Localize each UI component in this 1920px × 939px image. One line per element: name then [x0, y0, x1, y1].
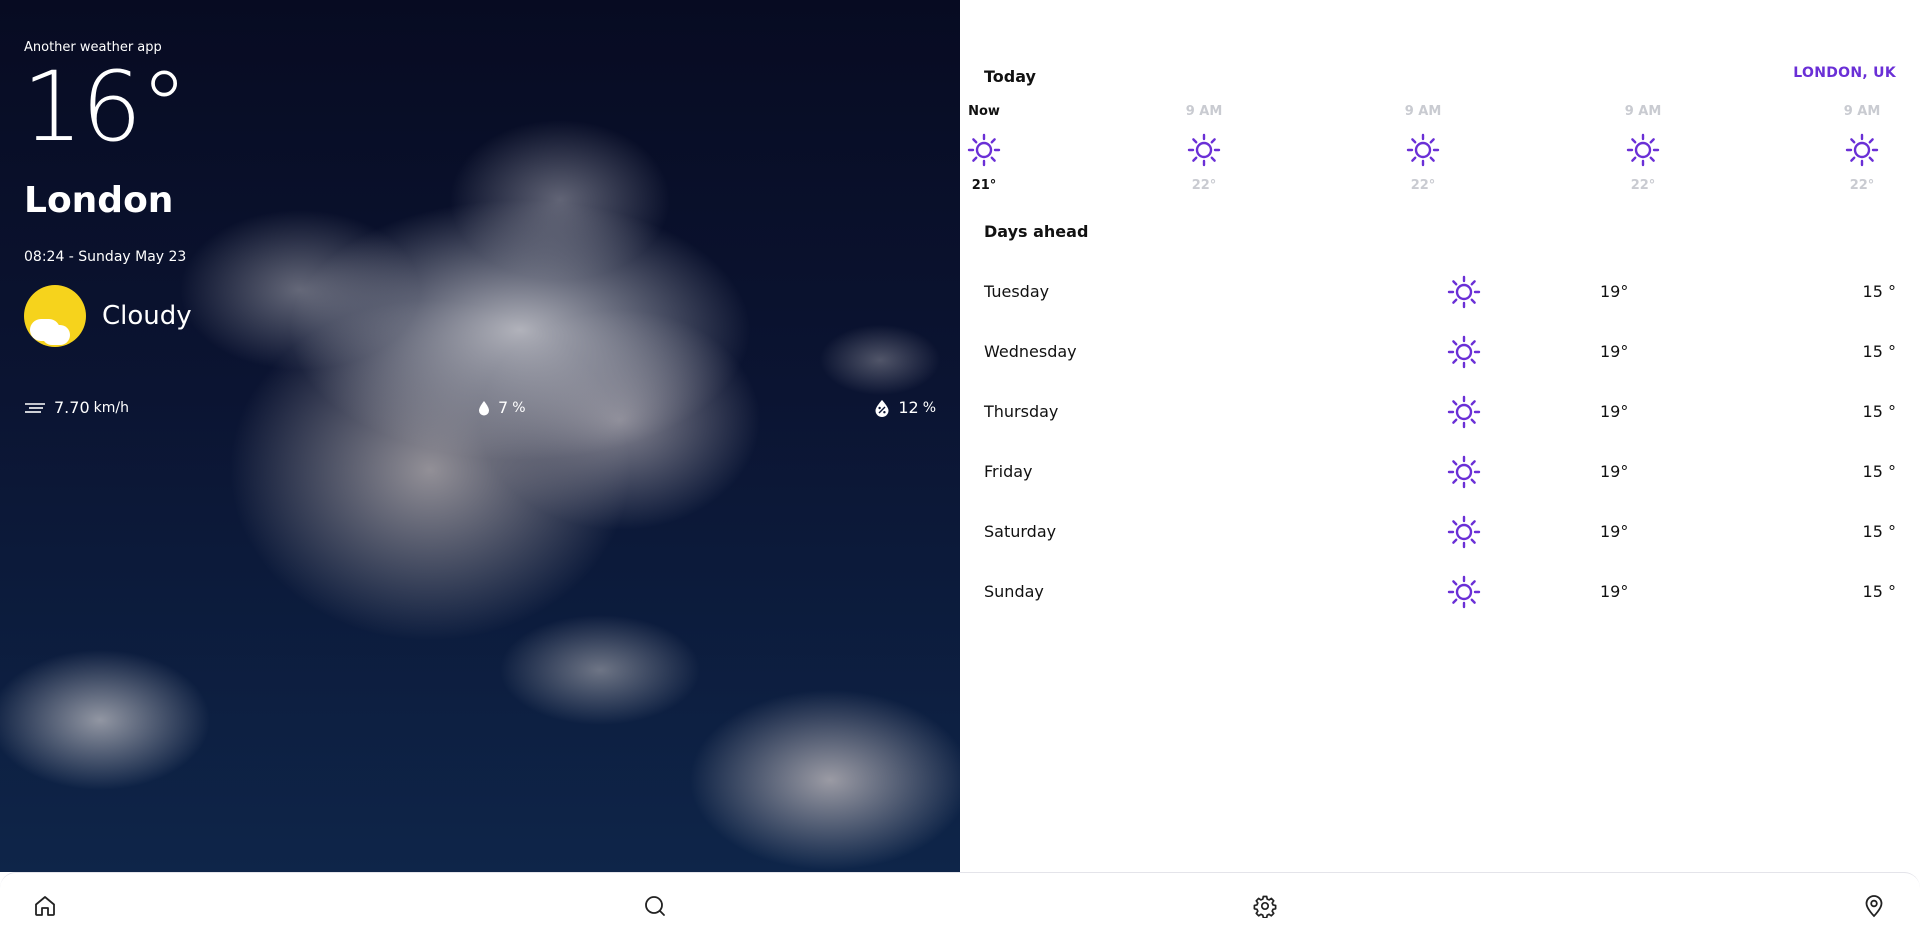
- today-heading: Today: [984, 67, 1036, 86]
- droplet-icon: [479, 400, 489, 415]
- hour-label: 9 AM: [1624, 104, 1662, 119]
- humidity-stat: 7 %: [478, 398, 526, 417]
- hour-label: 9 AM: [1843, 104, 1881, 119]
- search-nav-button[interactable]: [639, 890, 671, 922]
- settings-nav-button[interactable]: [1249, 890, 1281, 922]
- gear-icon: [1253, 895, 1277, 918]
- hour-temperature: 22°: [1849, 178, 1875, 193]
- day-forecast-row: Friday 19° 15 °: [984, 454, 1896, 494]
- rain-chance-icon: [875, 399, 889, 417]
- day-low-temperature: 15 °: [1862, 342, 1896, 361]
- wind-unit: km/h: [93, 399, 129, 416]
- location-pin-icon: [1865, 895, 1883, 918]
- location-label[interactable]: LONDON, UK: [1793, 65, 1896, 81]
- home-nav-button[interactable]: [29, 890, 61, 922]
- hour-label: 9 AM: [1404, 104, 1442, 119]
- current-weather-panel: Another weather app 16° London 08:24 - S…: [0, 0, 960, 872]
- day-high-temperature: 19°: [1600, 402, 1629, 421]
- bottom-navigation: [0, 872, 1920, 939]
- current-condition: Cloudy: [24, 285, 192, 347]
- precipitation-stat: 12 %: [874, 398, 936, 417]
- day-name: Wednesday: [984, 342, 1077, 361]
- day-name: Friday: [984, 462, 1033, 481]
- day-forecast-row: Tuesday 19° 15 °: [984, 274, 1896, 314]
- wind-stat: 7.70 km/h: [24, 398, 129, 417]
- hour-temperature: 22°: [1630, 178, 1656, 193]
- current-datetime: 08:24 - Sunday May 23: [24, 249, 187, 265]
- city-name: London: [24, 180, 174, 221]
- day-forecast-row: Saturday 19° 15 °: [984, 514, 1896, 554]
- sun-cloud-icon: [24, 285, 86, 347]
- hour-forecast-item: 9 AM 22°: [1832, 104, 1892, 193]
- day-low-temperature: 15 °: [1862, 522, 1896, 541]
- humidity-unit: %: [512, 399, 526, 416]
- hour-temperature: 22°: [1191, 178, 1217, 193]
- sun-icon: [1447, 395, 1481, 429]
- search-icon: [645, 896, 665, 916]
- sun-icon: [1447, 455, 1481, 489]
- hour-forecast-item: 9 AM 22°: [1174, 104, 1234, 193]
- location-nav-button[interactable]: [1858, 890, 1890, 922]
- sun-icon: [1187, 133, 1221, 167]
- day-low-temperature: 15 °: [1862, 282, 1896, 301]
- humidity-value: 7: [498, 398, 509, 417]
- day-high-temperature: 19°: [1600, 522, 1629, 541]
- sun-icon: [1406, 133, 1440, 167]
- day-low-temperature: 15 °: [1862, 582, 1896, 601]
- day-high-temperature: 19°: [1600, 582, 1629, 601]
- hour-forecast-item: 9 AM 22°: [1393, 104, 1453, 193]
- wind-icon: [25, 402, 45, 413]
- precipitation-unit: %: [922, 399, 936, 416]
- sun-icon: [1447, 575, 1481, 609]
- sun-icon: [1845, 133, 1879, 167]
- wind-value: 7.70: [54, 398, 90, 417]
- sun-icon: [1447, 275, 1481, 309]
- hour-label: Now: [968, 104, 1000, 119]
- day-low-temperature: 15 °: [1862, 402, 1896, 421]
- hour-label: 9 AM: [1185, 104, 1223, 119]
- hour-temperature: 21°: [971, 178, 997, 193]
- day-low-temperature: 15 °: [1862, 462, 1896, 481]
- day-high-temperature: 19°: [1600, 462, 1629, 481]
- day-name: Tuesday: [984, 282, 1050, 301]
- hour-temperature: 22°: [1410, 178, 1436, 193]
- condition-label: Cloudy: [102, 301, 192, 331]
- sun-icon: [1626, 133, 1660, 167]
- hour-forecast-item: 9 AM 22°: [1613, 104, 1673, 193]
- day-name: Saturday: [984, 522, 1057, 541]
- precipitation-value: 12: [898, 398, 919, 417]
- day-high-temperature: 19°: [1600, 282, 1629, 301]
- day-name: Thursday: [984, 402, 1059, 421]
- sun-icon: [1447, 335, 1481, 369]
- day-name: Sunday: [984, 582, 1044, 601]
- current-temperature: 16°: [22, 51, 188, 163]
- hour-forecast-item: Now 21°: [954, 104, 1014, 193]
- home-icon: [35, 896, 55, 916]
- sun-icon: [967, 133, 1001, 167]
- day-high-temperature: 19°: [1600, 342, 1629, 361]
- day-forecast-row: Thursday 19° 15 °: [984, 394, 1896, 434]
- day-forecast-row: Sunday 19° 15 °: [984, 574, 1896, 614]
- forecast-panel: Today LONDON, UK Now 21° 9 AM 22° 9 AM 22° 9 A…: [960, 0, 1920, 872]
- day-forecast-row: Wednesday 19° 15 °: [984, 334, 1896, 374]
- sun-icon: [1447, 515, 1481, 549]
- weather-stats: 7.70 km/h 7 % 12 %: [24, 398, 936, 420]
- days-ahead-heading: Days ahead: [984, 222, 1089, 241]
